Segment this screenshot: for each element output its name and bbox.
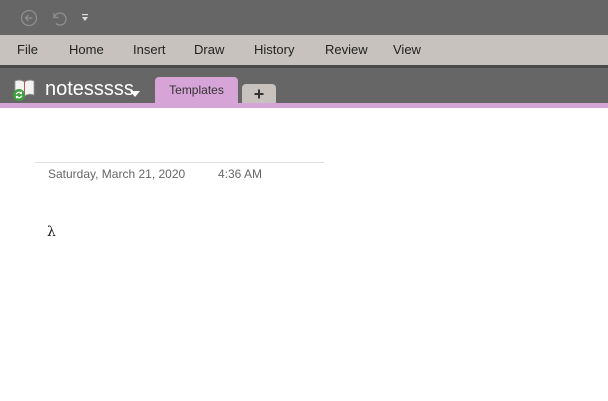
notebook-icon-button[interactable] (11, 78, 39, 102)
customize-qat-icon (82, 14, 88, 21)
caret-down-icon (130, 91, 140, 97)
menu-home[interactable]: Home (69, 35, 104, 65)
add-section-button[interactable] (242, 84, 276, 103)
page-content-text[interactable]: λ (47, 224, 56, 240)
back-button[interactable] (18, 7, 40, 29)
page-time: 4:36 AM (218, 167, 263, 181)
customize-qat-button[interactable] (76, 7, 94, 29)
back-circle-icon (20, 9, 38, 27)
notebook-name[interactable]: notesssss (45, 77, 134, 101)
page-title-rule[interactable] (35, 162, 324, 163)
menu-insert[interactable]: Insert (133, 35, 166, 65)
ribbon-menu-bar: File Home Insert Draw History Review Vie… (0, 35, 608, 68)
notebook-dropdown-button[interactable] (129, 85, 141, 103)
section-tab-label: Templates (169, 83, 224, 97)
section-accent-line (0, 103, 608, 108)
quick-access-toolbar (0, 0, 608, 35)
page-date: Saturday, March 21, 2020 (48, 167, 186, 181)
notebook-sync-icon (13, 79, 35, 101)
section-tab-templates[interactable]: Templates (155, 77, 238, 104)
undo-button[interactable] (47, 7, 69, 29)
undo-icon (53, 12, 67, 26)
menu-view[interactable]: View (393, 35, 421, 65)
menu-review[interactable]: Review (325, 35, 368, 65)
plus-icon (254, 89, 264, 98)
menu-file[interactable]: File (17, 35, 38, 65)
menu-history[interactable]: History (254, 35, 294, 65)
menu-draw[interactable]: Draw (194, 35, 224, 65)
